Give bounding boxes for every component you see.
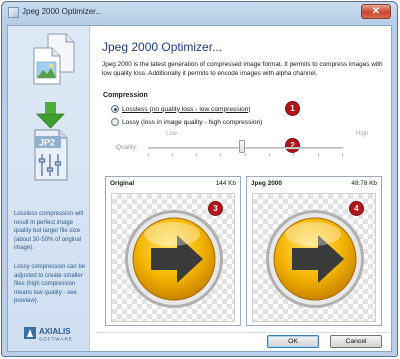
slider-low-label: Low	[166, 131, 178, 137]
page-title: Jpeg 2000 Optimizer...	[102, 40, 223, 54]
callout-badge-1: 1	[286, 102, 299, 115]
footer-divider	[96, 332, 391, 333]
ok-button[interactable]: OK	[267, 335, 319, 348]
jpeg2000-file-size: 48.78 Kb	[351, 180, 377, 187]
lossy-radio-option[interactable]: Lossy (loss in image quality - high comp…	[111, 117, 262, 127]
svg-text:SOFTWARE: SOFTWARE	[39, 337, 73, 342]
original-preview-panel: Original 144 Kb 3	[105, 176, 241, 326]
lossless-help-text: Lossless compression will result in perf…	[14, 211, 84, 252]
title-bar[interactable]: Jpeg 2000 Optimizer... ✕	[2, 2, 397, 24]
slider-high-label: High	[356, 131, 369, 137]
sidebar: JP2 Lossless compression will result in …	[8, 26, 90, 351]
quality-slider-thumb[interactable]	[239, 140, 245, 153]
main-panel: Jpeg 2000 Optimizer... Jpeg 2000 is the …	[96, 26, 391, 351]
callout-badge-2: 2	[286, 139, 299, 152]
description: Jpeg 2000 is the latest generation of co…	[102, 61, 383, 77]
arrow-orb-icon	[266, 210, 364, 308]
lossy-radio-button[interactable]	[111, 118, 119, 126]
callout-badge-4: 4	[350, 202, 363, 215]
dialog-body: JP2 Lossless compression will result in …	[7, 25, 392, 352]
lossy-radio-label: Lossy (loss in image quality - high comp…	[122, 118, 263, 126]
quality-slider-track[interactable]	[148, 147, 343, 149]
jpeg2000-preview-image: 4	[252, 193, 376, 322]
original-preview-title: Original	[110, 180, 135, 187]
callout-badge-3: 3	[209, 202, 222, 215]
original-file-size: 144 Kb	[215, 180, 236, 187]
jpeg2000-preview-panel: Jpeg 2000 48.78 Kb 4	[246, 176, 382, 326]
document-image-icon	[33, 33, 75, 85]
svg-text:JP2: JP2	[39, 138, 55, 148]
compression-section-title: Compression	[103, 92, 148, 99]
original-preview-image: 3	[111, 193, 235, 322]
sliders-icon	[38, 154, 62, 176]
axialis-logo: AXIALIS SOFTWARE	[24, 327, 73, 342]
window-title: Jpeg 2000 Optimizer...	[22, 7, 103, 16]
lossless-radio-label: Lossless (no quality loss - low compress…	[122, 105, 251, 113]
jp2-file-icon: JP2	[34, 102, 68, 181]
cancel-button[interactable]: Cancel	[330, 335, 382, 348]
arrow-orb-icon	[125, 210, 223, 308]
optimizer-dialog: Jpeg 2000 Optimizer... ✕ JP2 Lossless co…	[1, 1, 398, 357]
svg-text:AXIALIS: AXIALIS	[39, 327, 71, 336]
quality-label: Quality:	[116, 144, 138, 151]
quality-slider-ticks	[148, 153, 343, 156]
app-icon	[8, 7, 19, 18]
lossless-radio-button[interactable]	[111, 105, 119, 113]
jpeg2000-preview-title: Jpeg 2000	[251, 180, 282, 187]
lossless-radio-option[interactable]: Lossless (no quality loss - low compress…	[111, 104, 251, 114]
lossy-help-text: Lossy compression can be adjusted to cre…	[14, 264, 86, 305]
close-button[interactable]: ✕	[361, 4, 391, 19]
download-arrow-icon	[36, 102, 65, 129]
